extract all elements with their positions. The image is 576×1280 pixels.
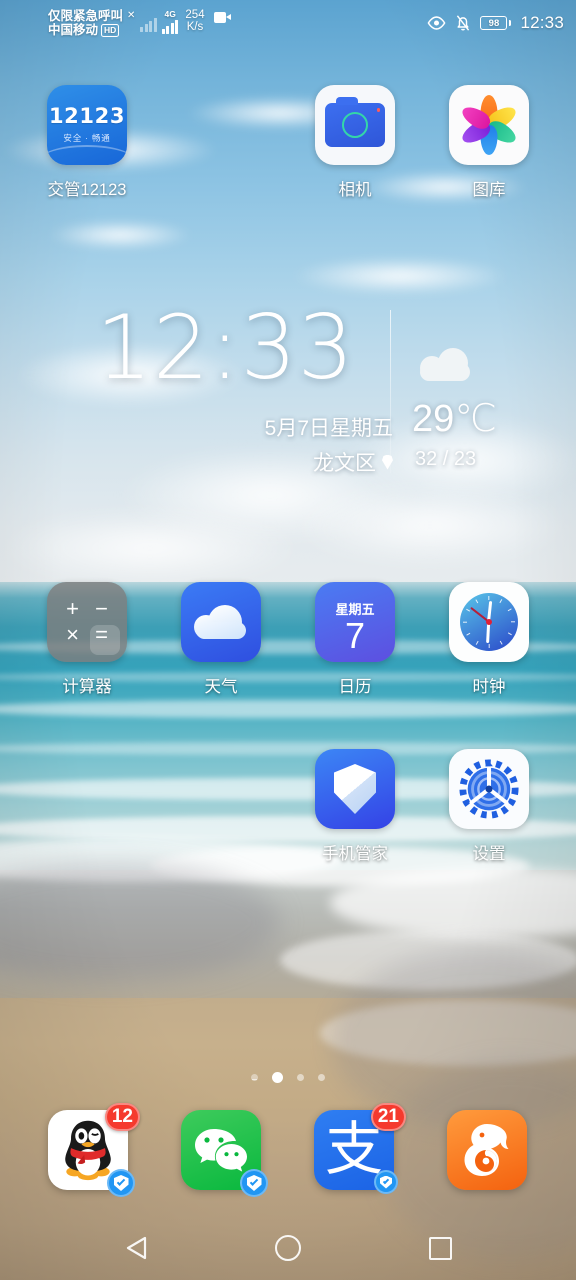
dock-app-uc-browser[interactable] bbox=[447, 1110, 529, 1192]
calendar-icon[interactable]: 星期五 7 bbox=[315, 582, 395, 662]
calendar-day: 7 bbox=[344, 614, 366, 656]
back-triangle-icon bbox=[126, 1236, 147, 1260]
status-bar-left: 仅限紧急呼叫 ✕ 中国移动 HD 4G 254 K/s bbox=[48, 9, 231, 37]
signal-sim2-group: 4G bbox=[161, 9, 179, 34]
page-dot-0[interactable] bbox=[251, 1074, 258, 1081]
recents-square-icon bbox=[428, 1236, 452, 1260]
network-speed: 254 K/s bbox=[185, 9, 204, 34]
dock-app-qq[interactable]: 12 bbox=[48, 1103, 140, 1197]
widget-location-label: 龙文区 bbox=[313, 452, 376, 475]
app-12123-icon[interactable]: 12123 安全 · 畅通 bbox=[47, 85, 127, 165]
network-speed-value: 254 bbox=[185, 9, 205, 21]
uc-browser-squirrel-icon[interactable] bbox=[447, 1110, 527, 1190]
bell-muted-icon bbox=[457, 15, 470, 31]
app-phone-manager[interactable]: 手机管家 bbox=[295, 749, 415, 864]
navigation-bar[interactable] bbox=[0, 1216, 576, 1280]
app-label-jiaoguan: 交管12123 bbox=[47, 181, 127, 199]
calculator-icon[interactable]: + − × = bbox=[47, 582, 127, 662]
calc-minus-glyph: − bbox=[95, 596, 108, 621]
calc-plus-glyph: + bbox=[66, 596, 79, 621]
battery-percent-label: 98 bbox=[488, 17, 500, 29]
carrier-info: 仅限紧急呼叫 ✕ 中国移动 HD bbox=[48, 9, 135, 37]
alipay-icon-glyph: 支 bbox=[324, 1115, 383, 1183]
app-label-settings: 设置 bbox=[472, 845, 506, 863]
alipay-badge-count: 21 bbox=[370, 1103, 406, 1131]
eye-icon bbox=[428, 16, 446, 30]
home-button[interactable] bbox=[260, 1224, 316, 1272]
carrier-emergency-label: 仅限紧急呼叫 bbox=[48, 9, 124, 23]
app-label-calculator: 计算器 bbox=[62, 678, 112, 696]
back-button[interactable] bbox=[108, 1224, 164, 1272]
app-gallery[interactable]: 图库 bbox=[429, 85, 549, 200]
widget-location[interactable]: 龙文区 bbox=[313, 447, 393, 477]
wechat-verified-badge-icon bbox=[240, 1169, 268, 1197]
page-dot-3[interactable] bbox=[318, 1074, 325, 1081]
recents-button[interactable] bbox=[412, 1224, 468, 1272]
app-label-clock: 时钟 bbox=[472, 678, 506, 696]
qq-verified-badge-icon bbox=[107, 1169, 135, 1197]
app-clock[interactable]: 时钟 bbox=[429, 582, 549, 697]
status-bar-right: 98 12:33 bbox=[427, 13, 564, 33]
page-dot-1[interactable] bbox=[272, 1072, 283, 1083]
app-12123-icon-subtext: 安全 · 畅通 bbox=[63, 133, 111, 143]
status-bar-clock: 12:33 bbox=[520, 13, 564, 32]
shield-icon[interactable] bbox=[315, 749, 395, 829]
qq-badge-count: 12 bbox=[104, 1103, 140, 1131]
dock: 12 支 21 bbox=[0, 1103, 576, 1197]
alipay-verified-badge-icon bbox=[374, 1170, 398, 1194]
analog-clock-icon[interactable] bbox=[449, 582, 529, 662]
gear-icon[interactable] bbox=[449, 749, 529, 829]
weather-cloud-icon[interactable] bbox=[181, 582, 261, 662]
page-dot-2[interactable] bbox=[297, 1074, 304, 1081]
map-pin-icon bbox=[382, 454, 393, 470]
cloud-icon bbox=[418, 348, 476, 382]
calc-times-glyph: × bbox=[66, 622, 79, 647]
app-label-camera: 相机 bbox=[338, 181, 372, 199]
signal-bars-sim1-icon bbox=[140, 17, 157, 32]
gallery-icon[interactable] bbox=[449, 85, 529, 165]
app-label-weather: 天气 bbox=[204, 678, 238, 696]
camera-icon[interactable] bbox=[315, 85, 395, 165]
carrier-name-label: 中国移动 bbox=[48, 23, 99, 37]
app-jiaoguan-12123[interactable]: 12123 安全 · 畅通 交管12123 bbox=[27, 85, 147, 200]
app-calendar[interactable]: 星期五 7 日历 bbox=[295, 582, 415, 697]
widget-date: 5月7日星期五 bbox=[264, 417, 393, 440]
widget-temp-range: 32 / 23 bbox=[415, 448, 477, 470]
signal-bars-sim2-icon bbox=[161, 19, 179, 34]
app-calculator[interactable]: + − × = 计算器 bbox=[27, 582, 147, 697]
widget-divider bbox=[390, 310, 391, 473]
app-settings[interactable]: 设置 bbox=[429, 749, 549, 864]
calc-equals-glyph: = bbox=[95, 622, 108, 647]
app-12123-icon-number: 12123 bbox=[48, 104, 126, 128]
status-bar[interactable]: 仅限紧急呼叫 ✕ 中国移动 HD 4G 254 K/s 98 12:33 bbox=[0, 0, 576, 46]
dock-app-alipay[interactable]: 支 21 bbox=[314, 1103, 406, 1194]
dock-app-wechat[interactable] bbox=[181, 1110, 268, 1197]
home-circle-icon bbox=[275, 1235, 301, 1261]
hd-badge: HD bbox=[101, 23, 120, 37]
page-indicator[interactable] bbox=[0, 1072, 576, 1083]
app-label-phone-manager: 手机管家 bbox=[322, 845, 388, 863]
app-label-calendar: 日历 bbox=[338, 678, 372, 696]
app-label-gallery: 图库 bbox=[472, 181, 506, 199]
app-weather[interactable]: 天气 bbox=[161, 582, 281, 697]
widget-time: 12:33 bbox=[96, 296, 355, 399]
battery-indicator: 98 bbox=[480, 16, 512, 30]
clock-weather-widget[interactable]: 12:33 5月7日星期五 龙文区 29℃ 32 / 23 bbox=[0, 300, 576, 490]
network-type-label: 4G bbox=[164, 9, 176, 19]
network-speed-unit: K/s bbox=[186, 21, 204, 34]
no-service-x-icon: ✕ bbox=[127, 10, 136, 22]
widget-temperature: 29℃ bbox=[412, 398, 497, 440]
video-camera-icon bbox=[213, 12, 231, 23]
app-camera[interactable]: 相机 bbox=[295, 85, 415, 200]
